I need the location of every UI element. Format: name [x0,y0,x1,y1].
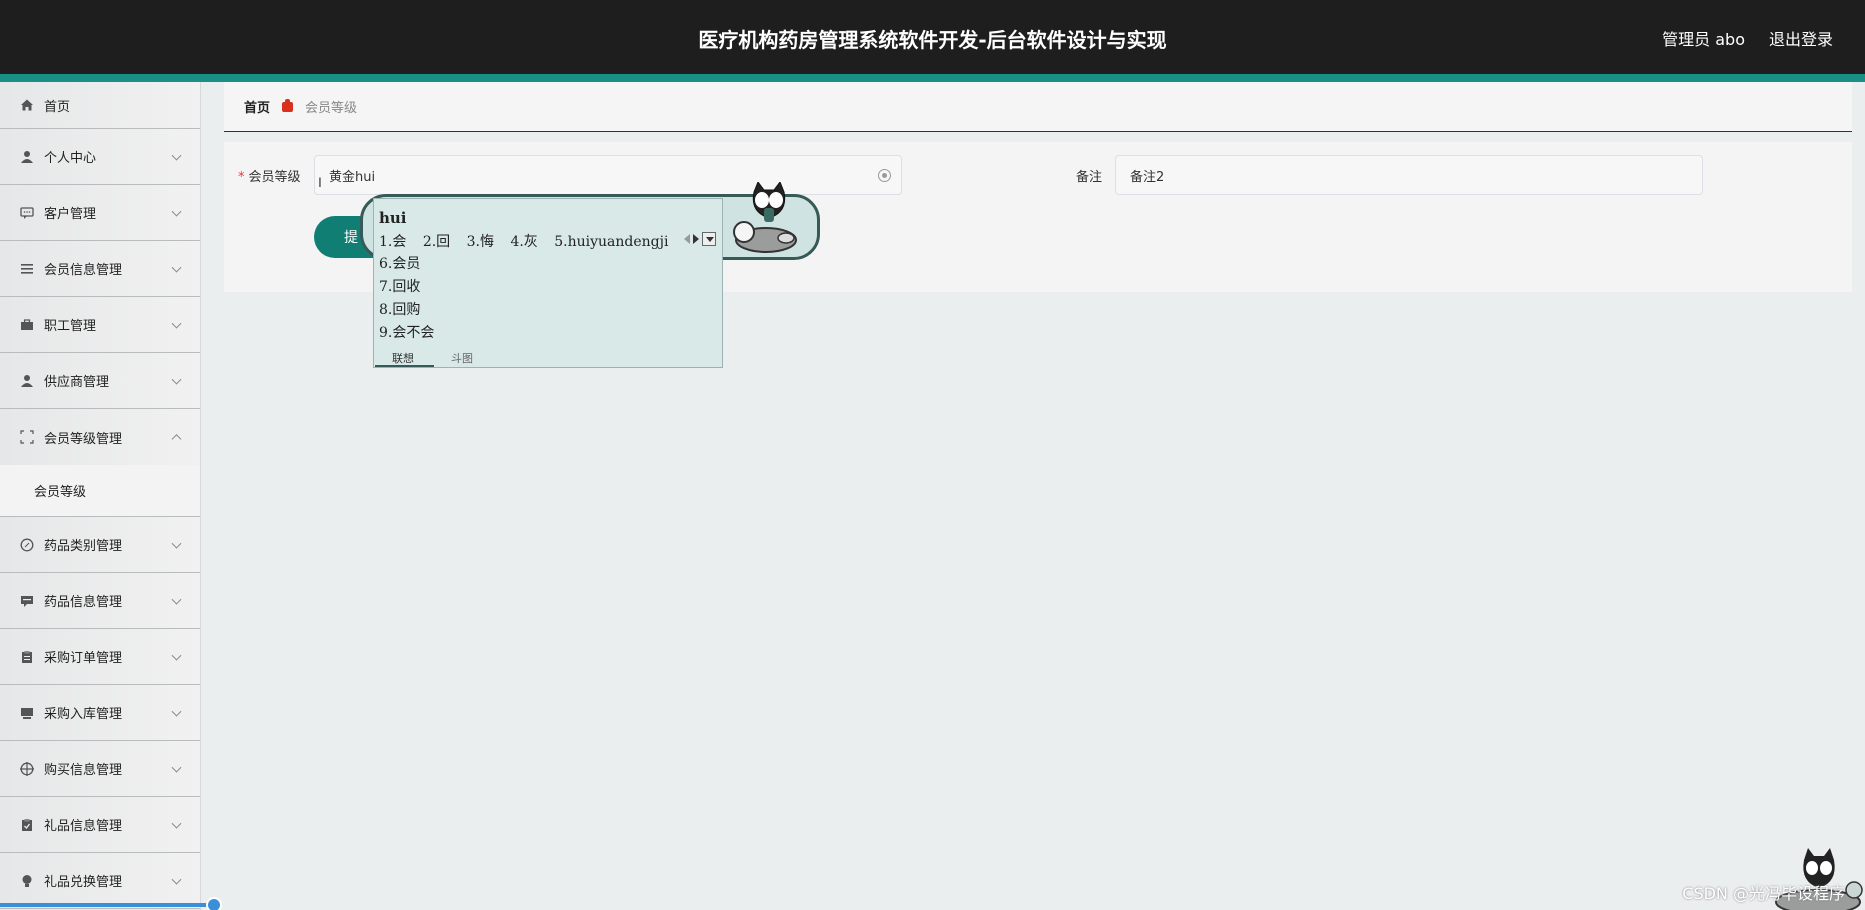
ime-tab-underline [375,365,434,367]
ime-tabs: 联想 斗图 [374,347,722,367]
header-accent-bar [0,74,1865,82]
user-icon [20,150,34,164]
text-cursor-icon: I [318,174,322,190]
ime-candidate[interactable]: 2.回 [423,234,450,250]
sidebar-subitem-member-level[interactable]: 会员等级 [0,465,200,517]
sidebar-item-home[interactable]: 首页 [0,82,200,129]
breadcrumb-current: 会员等级 [305,101,358,116]
clear-icon[interactable] [878,169,891,182]
logout-link[interactable]: 退出登录 [1769,26,1833,50]
sidebar-item-drug-info[interactable]: 药品信息管理 [0,573,200,629]
member-level-label: * 会员等级 [238,170,301,185]
chevron-down-icon [171,818,182,829]
target-icon [20,761,34,776]
briefcase-icon [20,318,34,332]
ime-candidate-list: 6.会员 7.回收 8.回购 9.会不会 [379,253,434,345]
check-clipboard-icon [20,818,34,832]
ime-candidate[interactable]: 5.huiyuandengji [554,234,668,250]
chevron-down-icon [171,318,182,329]
ime-candidate[interactable]: 7.回收 [379,276,434,299]
ime-candidate[interactable]: 8.回购 [379,299,434,322]
watermark: CSDN @光冯毕设程序 [1682,884,1845,903]
chevron-up-icon [171,434,182,445]
chevron-down-icon [171,262,182,273]
remark-input[interactable]: 备注2 [1115,155,1703,195]
breadcrumb: 首页 会员等级 [224,82,1852,132]
expand-icon [20,430,34,444]
chat-icon [20,206,34,220]
sidebar-item-staff[interactable]: 职工管理 [0,297,200,353]
sidebar-item-suppliers[interactable]: 供应商管理 [0,353,200,409]
ime-pinyin: hui [379,209,407,227]
sidebar-item-purchase-order[interactable]: 采购订单管理 [0,629,200,685]
next-page-icon[interactable] [693,234,699,244]
ime-candidate[interactable]: 6.会员 [379,253,434,276]
chevron-down-icon [171,538,182,549]
cat-mascot-icon [733,182,797,253]
home-icon [20,98,34,112]
sidebar-item-personal-center[interactable]: 个人中心 [0,129,200,185]
ime-candidate[interactable]: 1.会 [379,234,406,250]
page-title: 医疗机构药房管理系统软件开发-后台软件设计与实现 [698,28,1167,52]
clipboard-icon [20,650,34,664]
sidebar-item-purchase-info[interactable]: 购买信息管理 [0,741,200,797]
sidebar-scrollbar[interactable] [0,903,218,907]
remark-label: 备注 [1076,170,1103,185]
required-mark: * [238,170,245,185]
sidebar-item-member-info[interactable]: 会员信息管理 [0,241,200,297]
prev-page-icon[interactable] [684,234,690,244]
breadcrumb-home[interactable]: 首页 [244,97,270,116]
scroll-handle[interactable] [206,897,222,910]
chevron-down-icon [171,150,182,161]
chevron-down-icon [171,762,182,773]
ime-candidate-panel: hui 1.会 2.回 3.悔 4.灰 5.huiyuandengji 6.会员… [373,198,723,368]
ime-tab-sticker[interactable]: 斗图 [451,350,473,366]
chevron-down-icon [171,650,182,661]
user-icon [20,374,34,388]
sidebar-item-purchase-stock[interactable]: 采购入库管理 [0,685,200,741]
ime-paging [684,232,716,246]
ime-tab-suggest[interactable]: 联想 [392,350,414,366]
sidebar: 首页 个人中心 客户管理 会员信息管理 职工管理 供应商管理 会员等级管理 会员… [0,82,201,910]
top-header: 医疗机构药房管理系统软件开发-后台软件设计与实现 管理员 abo 退出登录 [0,0,1865,74]
bulb-icon [20,874,34,888]
compass-icon [20,538,34,552]
sidebar-item-customers[interactable]: 客户管理 [0,185,200,241]
ime-candidate[interactable]: 3.悔 [467,234,494,250]
current-user: 管理员 abo [1662,30,1745,49]
sidebar-item-drug-category[interactable]: 药品类别管理 [0,517,200,573]
sidebar-item-member-level[interactable]: 会员等级管理 [0,409,200,465]
sidebar-item-gift-info[interactable]: 礼品信息管理 [0,797,200,853]
ime-candidate[interactable]: 4.灰 [510,234,537,250]
chevron-down-icon [171,874,182,885]
ime-candidate[interactable]: 9.会不会 [379,322,434,345]
ime-candidates-row: 1.会 2.回 3.悔 4.灰 5.huiyuandengji [379,231,680,251]
gift-icon [282,98,294,112]
chevron-down-icon [171,706,182,717]
list-icon [20,262,34,276]
chevron-down-icon [171,374,182,385]
chevron-down-icon [171,594,182,605]
monitor-icon [20,706,34,720]
sidebar-item-gift-exchange[interactable]: 礼品兑换管理 [0,853,200,909]
message-icon [20,594,34,608]
chevron-down-icon [171,206,182,217]
expand-dropdown-icon[interactable] [702,232,716,246]
